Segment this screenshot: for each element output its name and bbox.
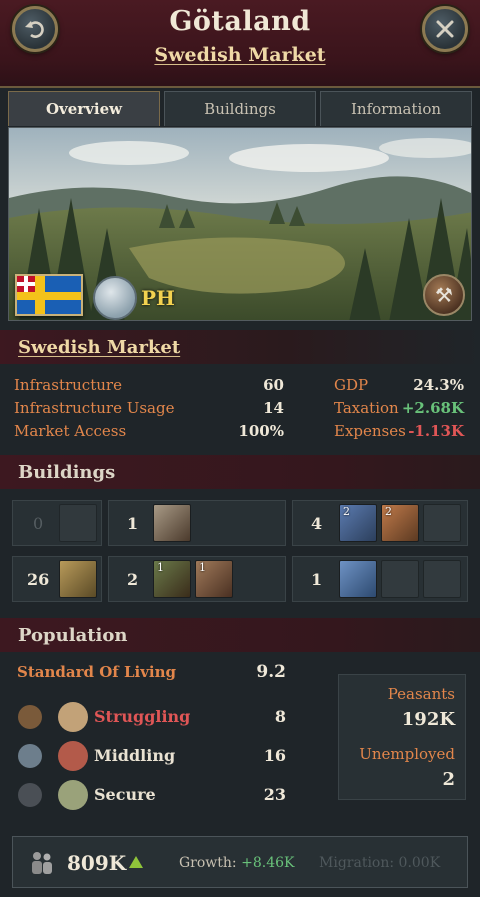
building-count: 0 <box>33 514 44 533</box>
peasants-panel[interactable]: Peasants 192K Unemployed 2 <box>338 674 466 800</box>
fishing-icon[interactable] <box>339 560 377 598</box>
market-access-value: 100% <box>238 422 284 440</box>
building-count: 2 <box>127 570 139 589</box>
middling-label: Middling <box>94 746 176 765</box>
buildings-section-bar: Buildings <box>0 455 480 489</box>
struggling-sack-icon <box>58 702 88 732</box>
building-group-3[interactable]: 26 <box>12 556 102 602</box>
peasants-label: Peasants <box>387 685 455 703</box>
gdp-label: GDP <box>334 376 369 394</box>
unemployed-value: 2 <box>442 769 455 790</box>
building-group-2[interactable]: 4 2 2 <box>292 500 468 546</box>
building-icon-inactive <box>423 560 461 598</box>
secure-value: 23 <box>263 785 286 804</box>
close-icon <box>436 20 454 38</box>
farm-icon[interactable] <box>59 560 97 598</box>
building-count: 26 <box>27 570 50 589</box>
market-link[interactable]: Swedish Market <box>154 44 325 66</box>
tab-bar: Overview Buildings Information <box>8 91 472 127</box>
barn-icon[interactable]: 1 <box>195 560 233 598</box>
sweden-flag[interactable] <box>15 274 83 316</box>
population-title: Population <box>18 624 128 646</box>
landscape-banner: PH ⚒ <box>8 127 472 321</box>
map-icon[interactable] <box>93 276 137 320</box>
taxation-value: +2.68K <box>401 399 464 417</box>
building-count: 4 <box>311 514 323 533</box>
close-button[interactable] <box>422 6 468 52</box>
header: Götaland Swedish Market <box>0 0 480 88</box>
factory-icon[interactable]: 2 <box>381 504 419 542</box>
secure-sack-icon <box>58 780 88 810</box>
tool-icon <box>18 744 42 768</box>
building-count: 1 <box>311 570 323 589</box>
infrastructure-usage-label: Infrastructure Usage <box>14 399 175 417</box>
building-group-5[interactable]: 1 <box>292 556 468 602</box>
pickaxe-icon[interactable]: ⚒ <box>423 274 465 316</box>
tab-overview[interactable]: Overview <box>8 91 160 126</box>
mine-icon[interactable]: 1 <box>153 560 191 598</box>
hat-icon <box>18 705 42 729</box>
ph-icon[interactable]: PH <box>141 286 175 310</box>
population-section-bar: Population <box>0 618 480 652</box>
market-access-label: Market Access <box>14 422 127 440</box>
building-group-4[interactable]: 2 1 1 <box>108 556 286 602</box>
middling-sack-icon <box>58 741 88 771</box>
struggling-value: 8 <box>274 707 286 726</box>
growth-label: Growth: <box>179 855 237 871</box>
people-icon <box>32 852 52 874</box>
window-title: Götaland <box>169 6 311 37</box>
gdp-value: 24.3% <box>413 376 464 394</box>
building-group-1[interactable]: 1 <box>108 500 286 546</box>
tab-buildings[interactable]: Buildings <box>164 91 316 126</box>
infrastructure-usage-value: 14 <box>263 399 284 417</box>
building-icon-inactive <box>381 560 419 598</box>
standard-of-living-value: 9.2 <box>256 662 286 682</box>
peasants-value: 192K <box>401 709 455 730</box>
growth-arrow-icon <box>129 856 143 868</box>
population-total: 809K <box>67 851 127 875</box>
middling-value: 16 <box>263 746 286 765</box>
jar-icon <box>18 783 42 807</box>
growth-value: +8.46K <box>241 855 295 871</box>
furniture-icon[interactable] <box>153 504 191 542</box>
buildings-title: Buildings <box>18 461 116 483</box>
market-name-link[interactable]: Swedish Market <box>18 337 180 358</box>
population-footer: 809K Growth: +8.46K Migration: 0.00K <box>12 836 468 888</box>
expenses-value: -1.13K <box>408 422 464 440</box>
port-icon[interactable]: 2 <box>339 504 377 542</box>
unemployed-label: Unemployed <box>359 745 455 763</box>
migration-value: 0.00K <box>398 855 441 871</box>
tab-information[interactable]: Information <box>320 91 472 126</box>
building-count: 1 <box>127 514 139 533</box>
secure-label: Secure <box>94 785 156 804</box>
infrastructure-label: Infrastructure <box>14 376 122 394</box>
building-group-0[interactable]: 0 <box>12 500 102 546</box>
migration-label: Migration: <box>319 855 395 871</box>
infrastructure-value: 60 <box>263 376 284 394</box>
struggling-label: Struggling <box>94 707 191 726</box>
building-icon-inactive <box>423 504 461 542</box>
standard-of-living-label: Standard Of Living <box>17 663 177 681</box>
building-icon-empty <box>59 504 97 542</box>
